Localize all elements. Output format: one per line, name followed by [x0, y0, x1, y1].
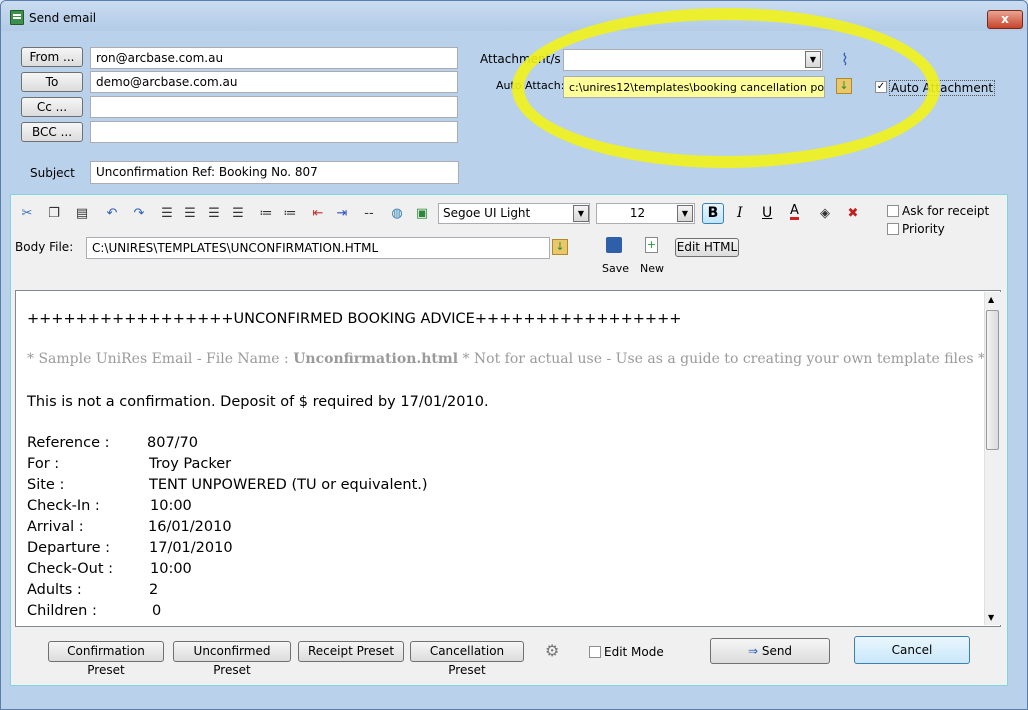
chevron-down-icon[interactable]: ▼ [573, 205, 589, 222]
to-field[interactable]: demo@arcbase.com.au [90, 71, 458, 93]
adults-value: 2 [149, 582, 159, 598]
redo-icon[interactable]: ↷ [131, 206, 147, 222]
unconfirmed-preset-button[interactable]: Unconfirmed Preset [173, 641, 291, 677]
window-title: Send email [29, 11, 97, 25]
send-label: Send [761, 644, 793, 658]
chevron-down-icon[interactable]: ▼ [677, 205, 693, 222]
auto-attach-label: Auto Attach: [496, 79, 565, 92]
font-name-select[interactable]: Segoe UI Light [438, 203, 590, 224]
paste-icon[interactable]: ▤ [74, 206, 90, 222]
body-heading: +++++++++++++++++UNCONFIRMED BOOKING ADV… [27, 311, 682, 327]
site-label: Site : [27, 477, 65, 493]
receipt-preset-button[interactable]: Receipt Preset [298, 641, 404, 662]
send-icon: ⇒ [747, 644, 758, 658]
children-label: Children : [27, 603, 97, 619]
check-out-value: 10:00 [150, 561, 192, 577]
justify-icon[interactable]: ☰ [230, 206, 246, 222]
from-field[interactable]: ron@arcbase.com.au [90, 47, 458, 69]
browse-folder-icon[interactable]: ↓ [552, 239, 568, 255]
underline-button[interactable]: U [762, 205, 772, 221]
bullet-list-icon[interactable]: ≔ [258, 206, 274, 222]
ask-receipt-label: Ask for receipt [902, 204, 990, 218]
clear-format-icon[interactable]: ✖ [845, 206, 861, 222]
scrollbar-thumb[interactable] [986, 310, 999, 450]
bcc-button[interactable]: BCC ... [21, 122, 83, 142]
undo-icon[interactable]: ↶ [104, 206, 120, 222]
cancellation-preset-button[interactable]: Cancellation Preset [410, 641, 524, 677]
ask-receipt-checkbox[interactable] [887, 205, 899, 217]
deposit-notice: This is not a confirmation. Deposit of $… [27, 394, 489, 410]
scroll-up-icon[interactable]: ▲ [988, 295, 994, 304]
app-icon [10, 10, 24, 25]
browse-folder-icon[interactable]: ↓ [836, 78, 852, 94]
edit-mode-label: Edit Mode [604, 645, 664, 659]
cc-button[interactable]: Cc ... [21, 97, 83, 117]
children-value: 0 [152, 603, 162, 619]
sample-notice: * Sample UniRes Email - File Name : Unco… [27, 351, 985, 367]
gear-icon[interactable]: ⚙ [545, 641, 559, 660]
bold-button[interactable]: B [702, 203, 724, 224]
for-label: For : [27, 456, 60, 472]
new-label[interactable]: New [640, 262, 664, 275]
arrival-label: Arrival : [27, 519, 84, 535]
highlight-color-icon[interactable]: ◈ [817, 206, 833, 222]
copy-icon[interactable]: ❐ [46, 206, 62, 222]
attachments-dropdown[interactable] [563, 49, 823, 71]
departure-value: 17/01/2010 [149, 540, 233, 556]
body-file-label: Body File: [15, 240, 74, 254]
edit-html-button[interactable]: Edit HTML [675, 238, 739, 257]
from-button[interactable]: From ... [21, 47, 83, 67]
auto-attach-field[interactable]: c:\unires12\templates\booking cancellati… [563, 76, 825, 98]
chevron-down-icon[interactable]: ▼ [805, 51, 821, 68]
body-file-field[interactable]: C:\UNIRES\TEMPLATES\UNCONFIRMATION.HTML [86, 237, 550, 259]
auto-attachment-label: Auto Attachment [889, 80, 996, 96]
edit-mode-checkbox[interactable] [589, 646, 601, 658]
horizontal-rule-icon[interactable]: -- [361, 206, 377, 222]
to-button[interactable]: To [21, 72, 83, 92]
subject-label: Subject [30, 166, 75, 180]
align-center-icon[interactable]: ☰ [182, 206, 198, 222]
email-body-editor[interactable]: +++++++++++++++++UNCONFIRMED BOOKING ADV… [15, 290, 1001, 627]
site-value: TENT UNPOWERED (TU or equivalent.) [149, 477, 428, 493]
confirmation-preset-button[interactable]: Confirmation Preset [48, 641, 164, 677]
adults-label: Adults : [27, 582, 82, 598]
bcc-field[interactable] [90, 121, 458, 143]
for-value: Troy Packer [149, 456, 232, 472]
subject-field[interactable]: Unconfirmation Ref: Booking No. 807 [90, 161, 459, 184]
auto-attachment-checkbox[interactable]: ✓ [875, 81, 887, 93]
new-file-icon[interactable]: + [645, 237, 658, 253]
check-in-value: 10:00 [150, 498, 192, 514]
insert-image-icon[interactable]: ▣ [414, 206, 430, 222]
scroll-down-icon[interactable]: ▼ [988, 613, 994, 622]
attachments-label: Attachment/s : [480, 52, 569, 66]
arrival-value: 16/01/2010 [148, 519, 232, 535]
reference-label: Reference : [27, 435, 110, 451]
outdent-icon[interactable]: ⇤ [310, 206, 326, 222]
reference-value: 807/70 [147, 435, 199, 451]
font-color-icon[interactable]: A [790, 204, 799, 220]
numbered-list-icon[interactable]: ≔ [282, 206, 298, 222]
paperclip-icon[interactable]: ⌇ [841, 50, 849, 69]
departure-label: Departure : [27, 540, 111, 556]
priority-label: Priority [902, 222, 945, 236]
title-bar[interactable]: Send email x [1, 1, 1027, 31]
priority-checkbox[interactable] [887, 223, 899, 235]
save-disk-icon[interactable] [606, 237, 622, 253]
cc-field[interactable] [90, 96, 458, 118]
cancel-button[interactable]: Cancel [854, 636, 970, 664]
indent-icon[interactable]: ⇥ [334, 206, 350, 222]
close-button[interactable]: x [987, 10, 1023, 29]
cut-icon[interactable]: ✂ [19, 206, 35, 222]
send-button[interactable]: ⇒ Send [710, 638, 830, 664]
hyperlink-icon[interactable]: ◍ [389, 206, 405, 222]
italic-button[interactable]: I [737, 205, 743, 221]
check-out-label: Check-Out : [27, 561, 114, 577]
check-in-label: Check-In : [27, 498, 100, 514]
align-right-icon[interactable]: ☰ [206, 206, 222, 222]
save-label[interactable]: Save [602, 262, 629, 275]
align-left-icon[interactable]: ☰ [159, 206, 175, 222]
